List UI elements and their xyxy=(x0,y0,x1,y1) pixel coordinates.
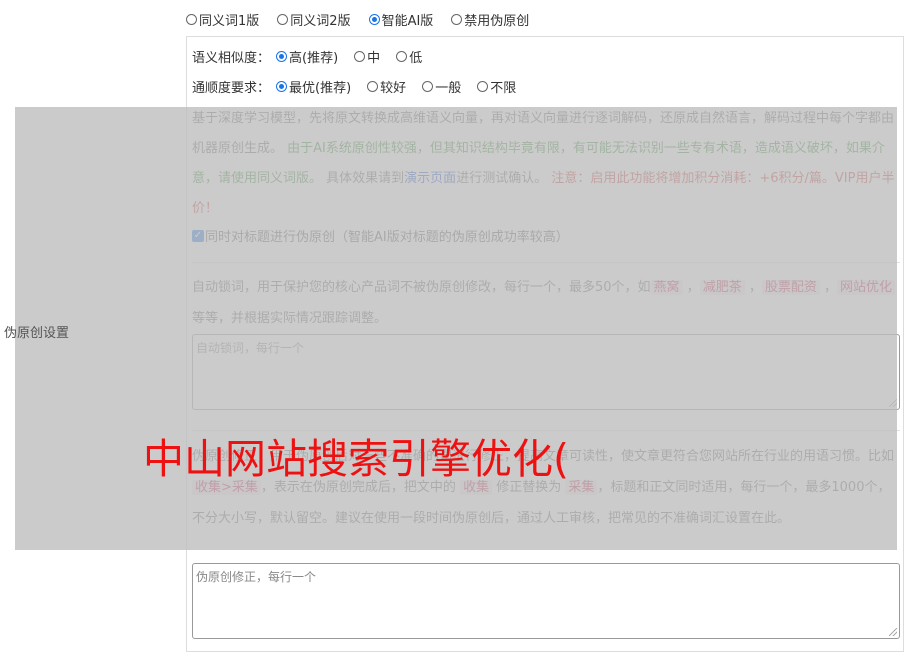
radio-icon[interactable] xyxy=(367,80,379,92)
similarity-low[interactable]: 低 xyxy=(396,47,422,66)
similarity-mid[interactable]: 中 xyxy=(354,47,380,66)
resize-handle[interactable] xyxy=(889,628,897,636)
similarity-label: 语义相似度： xyxy=(192,50,271,66)
ai-description: 基于深度学习模型，先将原文转换成高维语义向量，再对语义向量进行逐词解码，还原成自… xyxy=(192,111,895,216)
correction-textarea[interactable]: 伪原创修正，每行一个 xyxy=(192,563,900,639)
demo-page-link[interactable]: 演示页面 xyxy=(404,171,456,186)
radio-icon[interactable] xyxy=(186,13,197,25)
pseudo-original-settings-label: 伪原创设置 xyxy=(4,326,70,341)
watermark-text: 中山网站搜索引擎优化( xyxy=(143,435,569,483)
tag-example: 网站优化 xyxy=(837,280,896,295)
version-radio-disable[interactable]: 禁用伪原创 xyxy=(451,10,529,29)
fluency-best[interactable]: 最优(推荐) xyxy=(276,77,351,96)
fluency-label: 通顺度要求： xyxy=(192,80,271,96)
similarity-high[interactable]: 高(推荐) xyxy=(276,47,338,66)
title-rewrite-label: 同时对标题进行伪原创（智能AI版对标题的伪原创成功率较高） xyxy=(205,230,569,245)
fluency-any[interactable]: 不限 xyxy=(477,77,516,96)
lock-words-textarea[interactable]: 自动锁词，每行一个 xyxy=(192,334,900,410)
version-radio-group: 同义词1版 同义词2版 智能AI版 禁用伪原创 xyxy=(186,8,547,30)
lock-words-description: 自动锁词，用于保护您的核心产品词不被伪原创修改，每行一个，最多50个，如 燕窝 ，… xyxy=(192,272,900,334)
radio-selected-icon[interactable] xyxy=(276,50,288,62)
version-radio-synonym1[interactable]: 同义词1版 xyxy=(186,10,259,29)
radio-selected-icon[interactable] xyxy=(368,13,380,25)
fluency-good[interactable]: 较好 xyxy=(367,77,406,96)
fluency-row: 通顺度要求： 最优(推荐) 较好 一般 不限 xyxy=(192,76,534,96)
title-rewrite-row: ✓ 同时对标题进行伪原创（智能AI版对标题的伪原创成功率较高） xyxy=(192,226,569,245)
tag-example: 股票配资 xyxy=(761,280,820,295)
version-radio-synonym2[interactable]: 同义词2版 xyxy=(277,10,351,29)
similarity-row: 语义相似度： 高(推荐) 中 低 xyxy=(192,46,440,66)
radio-icon[interactable] xyxy=(354,50,366,62)
checkbox-checked-icon[interactable]: ✓ xyxy=(192,229,204,242)
version-radio-ai[interactable]: 智能AI版 xyxy=(368,10,433,29)
radio-icon[interactable] xyxy=(477,80,489,92)
resize-handle[interactable] xyxy=(889,399,897,407)
tag-example: 减肥茶 xyxy=(699,280,745,295)
radio-icon[interactable] xyxy=(396,50,408,62)
divider xyxy=(192,262,900,263)
tag-example: 燕窝 xyxy=(650,280,683,295)
tag-example: 采集 xyxy=(565,480,598,495)
radio-icon[interactable] xyxy=(451,13,463,25)
radio-icon[interactable] xyxy=(277,13,289,25)
fluency-normal[interactable]: 一般 xyxy=(422,77,461,96)
radio-icon[interactable] xyxy=(422,80,434,92)
radio-selected-icon[interactable] xyxy=(276,80,288,92)
